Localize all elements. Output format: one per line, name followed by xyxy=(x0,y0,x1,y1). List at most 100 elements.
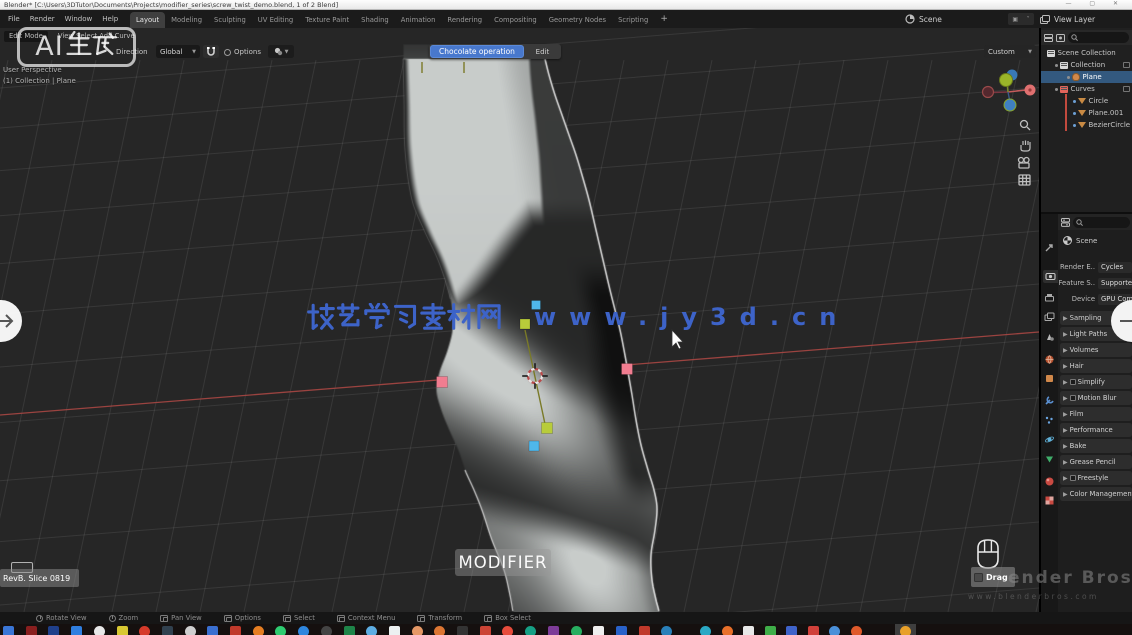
physics-tab-icon[interactable] xyxy=(1043,433,1056,446)
workspace-tab-scripting[interactable]: Scripting xyxy=(612,12,654,28)
prop-panel-bake[interactable]: ▶Bake xyxy=(1060,439,1132,453)
outliner-display-mode-icon[interactable] xyxy=(1044,34,1053,42)
prop-panel-motion-blur[interactable]: ▶Motion Blur xyxy=(1060,391,1132,405)
taskbar-app-icon-15[interactable] xyxy=(344,626,355,635)
orientation-dropdown[interactable]: Global▼ xyxy=(156,45,200,58)
options-toggle[interactable]: Options xyxy=(224,48,261,56)
3d-viewport[interactable]: Edit Mode View Select Add Curve Directio… xyxy=(0,28,1039,612)
taskbar-app-icon-31[interactable] xyxy=(722,626,733,635)
outliner-filter-icon[interactable] xyxy=(1056,34,1065,42)
taskbar-app-icon-13[interactable] xyxy=(298,626,309,635)
taskbar-app-icon-12[interactable] xyxy=(275,626,286,635)
checkbox[interactable] xyxy=(1070,475,1076,481)
add-workspace-button[interactable]: + xyxy=(654,12,674,28)
object-tab-icon[interactable] xyxy=(1043,372,1056,385)
material-tab-icon[interactable] xyxy=(1043,475,1056,488)
texture-tab-icon[interactable] xyxy=(1043,494,1056,507)
snap-magnet-icon[interactable] xyxy=(203,45,219,58)
menu-help[interactable]: Help xyxy=(102,15,118,23)
taskbar-app-icon-6[interactable] xyxy=(139,626,150,635)
control-point-right[interactable] xyxy=(622,364,633,375)
output-tab-icon[interactable] xyxy=(1043,292,1056,305)
restriction-toggle-icon[interactable] xyxy=(1123,62,1130,68)
prop-panel-freestyle[interactable]: ▶Freestyle xyxy=(1060,471,1132,485)
taskbar-app-icon-29[interactable] xyxy=(661,626,672,635)
workspace-tab-geometry-nodes[interactable]: Geometry Nodes xyxy=(543,12,612,28)
checkbox[interactable] xyxy=(1070,395,1076,401)
taskbar-app-icon-10[interactable] xyxy=(230,626,241,635)
workspace-tab-shading[interactable]: Shading xyxy=(355,12,395,28)
operator-secondary-button[interactable]: Edit xyxy=(524,48,561,56)
overlay-buttons[interactable]: ▼ xyxy=(268,45,294,58)
world-tab-icon[interactable] xyxy=(1043,353,1056,366)
outliner-row-collection[interactable]: Collection xyxy=(1041,59,1132,71)
taskbar-app-icon-7[interactable] xyxy=(162,626,173,635)
taskbar-app-icon-34[interactable] xyxy=(786,626,797,635)
workspace-tab-layout[interactable]: Layout xyxy=(130,12,165,28)
scene-buttons[interactable]: ▣˅ xyxy=(1008,13,1034,25)
taskbar-app-icon-20[interactable] xyxy=(457,626,468,635)
taskbar-app-icon-28[interactable] xyxy=(639,626,650,635)
workspace-tab-sculpting[interactable]: Sculpting xyxy=(208,12,252,28)
taskbar-app-icon-27[interactable] xyxy=(616,626,627,635)
workspace-tab-compositing[interactable]: Compositing xyxy=(488,12,543,28)
taskbar-app-icon-8[interactable] xyxy=(185,626,196,635)
outliner-row-beziercircle[interactable]: BezierCircle xyxy=(1041,119,1132,131)
taskbar-app-icon-19[interactable] xyxy=(434,626,445,635)
restriction-toggle-icon[interactable] xyxy=(1123,86,1130,92)
workspace-tab-animation[interactable]: Animation xyxy=(395,12,442,28)
taskbar-app-icon-24[interactable] xyxy=(548,626,559,635)
properties-search-input[interactable] xyxy=(1073,217,1130,228)
prop-panel-performance[interactable]: ▶Performance xyxy=(1060,423,1132,437)
video-prev-arrow[interactable] xyxy=(0,300,22,342)
control-point-left[interactable] xyxy=(437,377,448,388)
properties-editor-icon[interactable] xyxy=(1061,218,1070,227)
tool-tab-icon[interactable] xyxy=(1043,242,1056,255)
workspace-tab-modeling[interactable]: Modeling xyxy=(165,12,208,28)
prop-panel-grease-pencil[interactable]: ▶Grease Pencil xyxy=(1060,455,1132,469)
data-tab-icon[interactable] xyxy=(1043,453,1056,466)
taskbar-app-icon-26[interactable] xyxy=(593,626,604,635)
workspace-tab-uv-editing[interactable]: UV Editing xyxy=(252,12,299,28)
render-tab-icon[interactable] xyxy=(1043,270,1058,283)
window-controls[interactable]: — ▢ ✕ xyxy=(1065,0,1126,7)
taskbar-app-icon-33[interactable] xyxy=(765,626,776,635)
handle-point-green-top[interactable] xyxy=(520,319,530,329)
menu-render[interactable]: Render xyxy=(30,15,55,23)
particles-tab-icon[interactable] xyxy=(1043,414,1056,427)
prop-panel-film[interactable]: ▶Film xyxy=(1060,407,1132,421)
view-layer-tab-icon[interactable] xyxy=(1043,311,1056,324)
taskbar-app-icon-22[interactable] xyxy=(502,626,513,635)
taskbar-app-icon-4[interactable] xyxy=(94,626,105,635)
taskbar-app-icon-2[interactable] xyxy=(48,626,59,635)
taskbar-app-icon-35[interactable] xyxy=(808,626,819,635)
prop-panel-hair[interactable]: ▶Hair xyxy=(1060,359,1132,373)
taskbar-app-icon-23[interactable] xyxy=(525,626,536,635)
outliner-row-curves[interactable]: Curves xyxy=(1041,83,1132,95)
taskbar-app-icon-21[interactable] xyxy=(480,626,491,635)
taskbar-app-icon-9[interactable] xyxy=(207,626,218,635)
outliner-row-circle[interactable]: Circle xyxy=(1041,95,1132,107)
custom-dropdown[interactable]: Custom▼ xyxy=(984,45,1036,58)
scene-tab-icon[interactable] xyxy=(1043,331,1056,344)
menu-file[interactable]: File xyxy=(8,15,20,23)
prop-panel-simplify[interactable]: ▶Simplify xyxy=(1060,375,1132,389)
taskbar-app-icon-25[interactable] xyxy=(571,626,582,635)
taskbar-app-icon-14[interactable] xyxy=(321,626,332,635)
taskbar-app-icon-36[interactable] xyxy=(829,626,840,635)
taskbar-app-icon-11[interactable] xyxy=(253,626,264,635)
taskbar-app-icon-32[interactable] xyxy=(743,626,754,635)
taskbar-app-icon-18[interactable] xyxy=(412,626,423,635)
menu-window[interactable]: Window xyxy=(65,15,93,23)
modifier-tab-icon[interactable] xyxy=(1043,394,1056,407)
outliner-row-plane[interactable]: Plane xyxy=(1041,71,1132,83)
prop-value-dropdown[interactable]: Cycles xyxy=(1098,262,1132,273)
workspace-tab-rendering[interactable]: Rendering xyxy=(441,12,488,28)
handle-point-green-bottom[interactable] xyxy=(542,423,553,434)
outliner-search-input[interactable] xyxy=(1068,32,1129,43)
taskbar-app-icon-5[interactable] xyxy=(117,626,128,635)
workspace-tab-texture-paint[interactable]: Texture Paint xyxy=(299,12,355,28)
proportional-edit-icon[interactable] xyxy=(224,49,231,56)
operator-button[interactable]: Chocolate operation xyxy=(430,45,524,58)
taskbar-app-icon-30[interactable] xyxy=(700,626,711,635)
